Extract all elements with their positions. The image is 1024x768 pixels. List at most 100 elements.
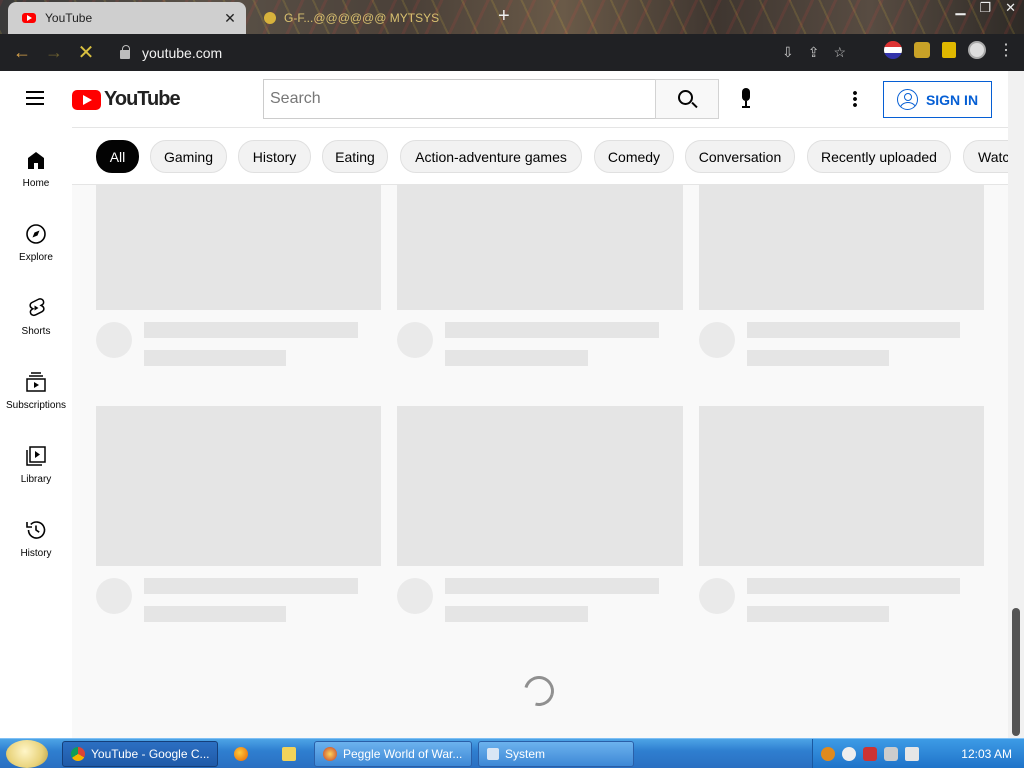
sidebar-item-subscriptions[interactable]: Subscriptions	[0, 349, 72, 423]
video-thumbnail-placeholder	[699, 185, 984, 310]
system-properties-icon	[487, 748, 499, 760]
chip-history[interactable]: History	[238, 140, 311, 173]
search-icon	[678, 90, 693, 105]
taskbar-item-peggle[interactable]: Peggle World of War...	[314, 741, 472, 767]
tray-search-icon[interactable]	[821, 746, 835, 761]
library-icon	[26, 446, 46, 466]
taskbar-item-label: Peggle World of War...	[343, 747, 463, 761]
sidebar-item-label: Home	[22, 178, 50, 189]
close-tab-icon[interactable]: ✕	[222, 10, 238, 27]
browser-tab-strip: YouTube ✕ G-F...@@@@@@ MYTSYS + ▁ ❐ ✕	[0, 0, 1024, 34]
filter-chips-bar: All Gaming History Eating Action-adventu…	[72, 127, 1008, 185]
profile-avatar-icon[interactable]	[968, 41, 986, 59]
lock-icon	[120, 44, 130, 59]
scrollbar-thumb[interactable]	[1012, 608, 1020, 736]
hamburger-menu-icon[interactable]	[26, 91, 44, 105]
puzzle-extensions-icon[interactable]	[914, 42, 930, 58]
sign-in-button[interactable]: SIGN IN	[883, 81, 992, 118]
voice-search-mic-icon[interactable]	[740, 88, 752, 110]
stop-loading-icon[interactable]: ✕	[70, 37, 102, 69]
install-icon[interactable]: ⇩	[782, 44, 794, 61]
chip-gaming[interactable]: Gaming	[150, 140, 227, 173]
title-placeholder	[747, 578, 960, 594]
folder-icon	[282, 747, 296, 761]
compass-icon	[26, 224, 46, 244]
taskbar-item-system[interactable]: System	[478, 741, 634, 767]
title-placeholder	[445, 322, 659, 338]
forward-arrow-icon[interactable]: →	[38, 37, 70, 69]
settings-kebab-icon[interactable]	[853, 90, 857, 108]
page-scrollbar[interactable]	[1008, 71, 1024, 738]
tab-favicon-icon	[264, 12, 276, 24]
peggle-icon	[323, 747, 337, 761]
new-tab-icon[interactable]: +	[498, 4, 510, 28]
volume-icon[interactable]	[905, 746, 919, 761]
url-text: youtube.com	[142, 44, 223, 61]
chrome-menu-icon[interactable]: ⋮	[998, 40, 1014, 60]
meta-placeholder	[144, 350, 286, 366]
firefox-quicklaunch[interactable]	[228, 741, 254, 767]
chip-all[interactable]: All	[96, 140, 139, 173]
taskbar-item-label: System	[505, 747, 546, 761]
youtube-logo[interactable]: YouTube	[72, 88, 181, 111]
title-placeholder	[445, 578, 659, 594]
chrome-icon	[71, 747, 85, 761]
chip-watched[interactable]: Watc	[963, 140, 1008, 173]
sign-in-label: SIGN IN	[925, 91, 979, 108]
guide-sidebar: Home Explore Shorts Subscriptions Librar…	[0, 127, 72, 738]
sidebar-item-library[interactable]: Library	[0, 423, 72, 497]
channel-avatar-placeholder	[397, 578, 433, 614]
flag-extension-icon[interactable]	[884, 41, 902, 59]
close-window-icon[interactable]: ✕	[1005, 0, 1016, 16]
minimize-icon[interactable]: ▁	[955, 0, 965, 16]
system-tray: 12:03 AM	[812, 739, 1024, 768]
title-placeholder	[747, 322, 960, 338]
taskbar-clock[interactable]: 12:03 AM	[961, 747, 1012, 761]
network-icon[interactable]	[884, 746, 898, 761]
search-button[interactable]	[655, 79, 719, 119]
sidebar-item-label: Subscriptions	[5, 400, 67, 411]
logo-text: YouTube	[104, 88, 181, 110]
youtube-favicon-icon	[22, 13, 36, 23]
tab-inactive[interactable]: G-F...@@@@@@ MYTSYS	[258, 4, 478, 32]
back-arrow-icon[interactable]: ←	[6, 37, 38, 69]
sidebar-item-explore[interactable]: Explore	[0, 201, 72, 275]
shorts-icon	[29, 298, 45, 317]
loading-spinner-icon	[518, 670, 560, 712]
video-thumbnail-placeholder	[699, 406, 984, 566]
chip-action-adventure-games[interactable]: Action-adventure games	[400, 140, 582, 173]
explorer-quicklaunch[interactable]	[276, 741, 302, 767]
channel-avatar-placeholder	[699, 578, 735, 614]
omnibox-actions: ⇩ ⇪ ☆	[782, 44, 846, 61]
chip-recently-uploaded[interactable]: Recently uploaded	[807, 140, 951, 173]
side-panel-icon[interactable]	[942, 42, 956, 58]
chip-eating[interactable]: Eating	[322, 140, 388, 173]
sidebar-item-history[interactable]: History	[0, 497, 72, 571]
meta-placeholder	[747, 350, 889, 366]
chip-comedy[interactable]: Comedy	[594, 140, 674, 173]
channel-avatar-placeholder	[96, 322, 132, 358]
tray-alert-icon[interactable]	[863, 746, 877, 761]
tab-title: G-F...@@@@@@ MYTSYS	[284, 11, 440, 25]
search-input[interactable]: Search	[263, 79, 656, 119]
sidebar-item-label: Explore	[19, 252, 53, 263]
taskbar-item-label: YouTube - Google C...	[91, 747, 210, 761]
restore-icon[interactable]: ❐	[979, 0, 991, 16]
taskbar-item-chrome[interactable]: YouTube - Google C...	[62, 741, 218, 767]
start-button[interactable]	[6, 740, 48, 768]
bookmark-star-icon[interactable]: ☆	[833, 44, 846, 61]
extension-icons: ⋮	[884, 40, 1014, 60]
sidebar-item-shorts[interactable]: Shorts	[0, 275, 72, 349]
sidebar-item-label: Library	[20, 474, 52, 485]
channel-avatar-placeholder	[96, 578, 132, 614]
address-bar[interactable]: youtube.com ⇩ ⇪ ☆	[112, 38, 860, 67]
chip-conversation[interactable]: Conversation	[685, 140, 795, 173]
window-controls: ▁ ❐ ✕	[955, 0, 1016, 16]
video-thumbnail-placeholder	[397, 185, 683, 310]
windows-taskbar: YouTube - Google C... Peggle World of Wa…	[0, 738, 1024, 768]
tab-youtube[interactable]: YouTube ✕	[8, 2, 246, 34]
sidebar-item-home[interactable]: Home	[0, 127, 72, 201]
share-icon[interactable]: ⇪	[808, 44, 820, 61]
sidebar-item-label: Shorts	[21, 326, 51, 337]
tray-status-icon[interactable]	[842, 746, 856, 761]
